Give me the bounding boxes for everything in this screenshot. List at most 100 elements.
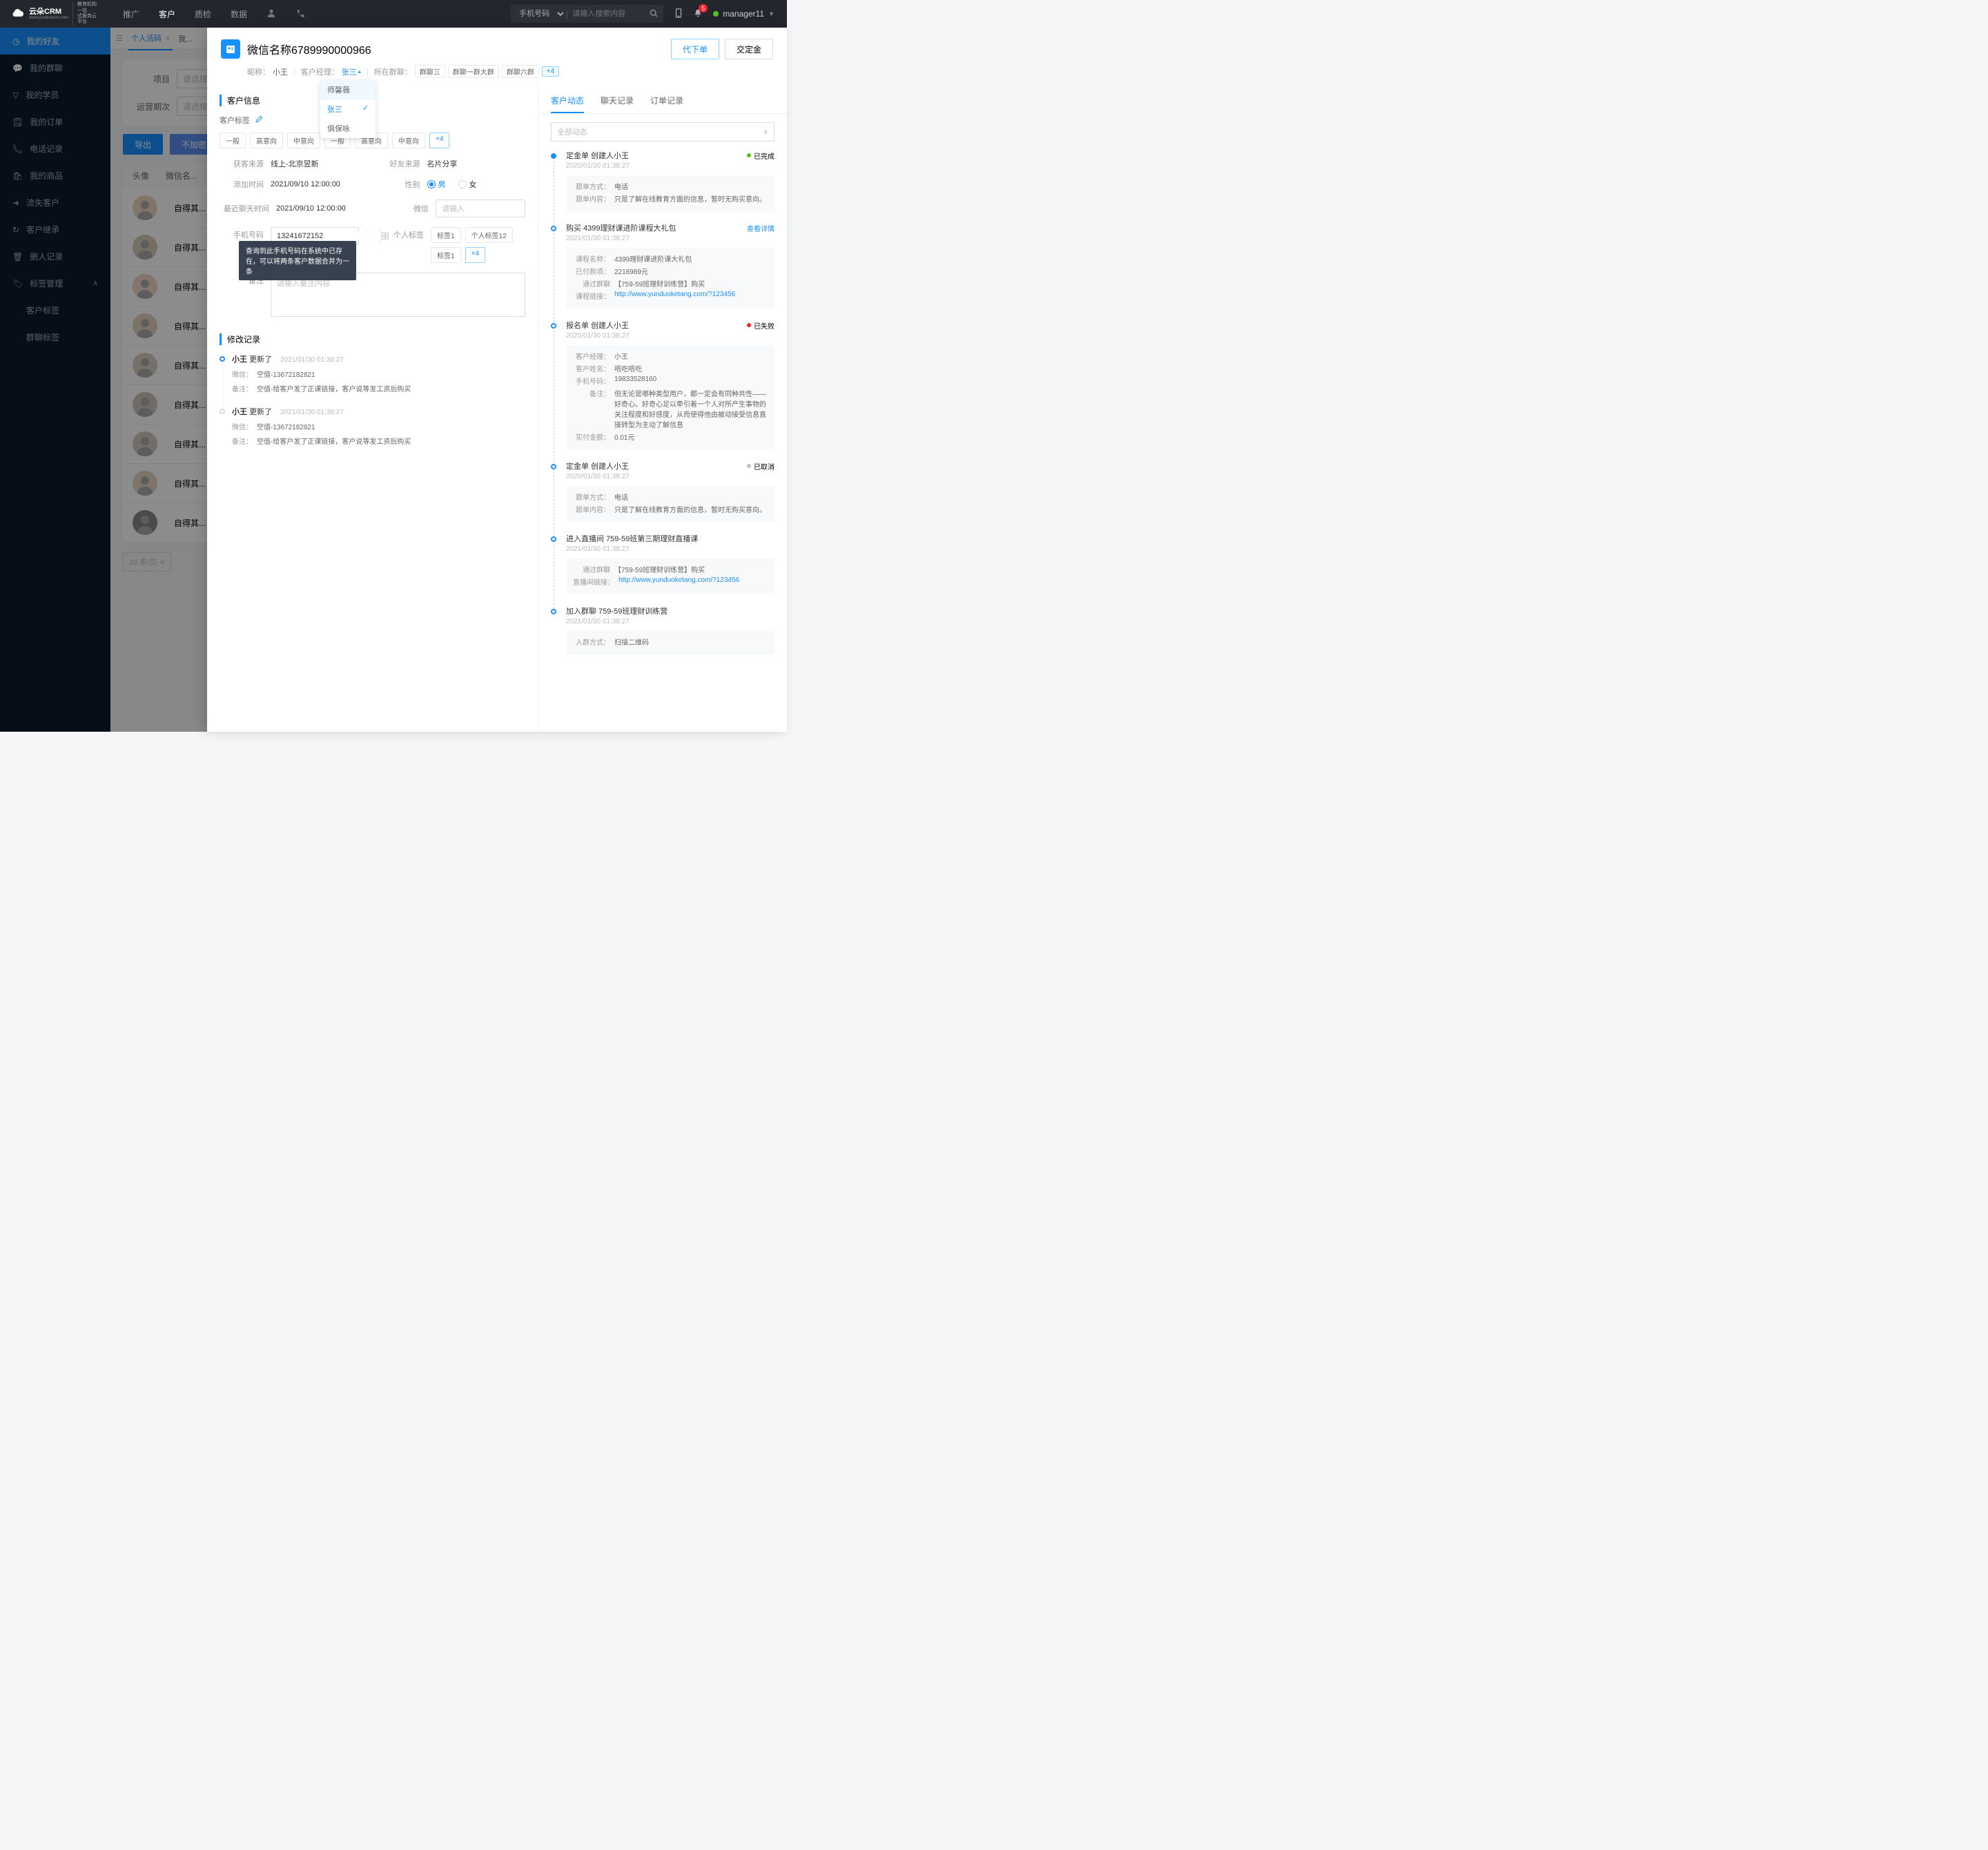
tag[interactable]: 高意向	[250, 133, 283, 148]
user-menu[interactable]: manager11 ▼	[713, 9, 774, 19]
chevron-down-icon: ∨	[763, 128, 768, 136]
topbar: 云朵CRM www.yunduocrm.com 教育机构一站 式服务云平台 推广…	[0, 0, 787, 28]
tl-val: 19833528160	[614, 376, 656, 386]
group-pill[interactable]: 群聊一群大群	[448, 65, 499, 78]
ptag-more[interactable]: +4	[465, 247, 485, 263]
phone-input[interactable]	[271, 232, 380, 240]
activity-filter[interactable]: 全部动态 ∨	[551, 122, 774, 142]
tag-more[interactable]: +4	[429, 133, 449, 148]
log-datetime: 2021/01/30 01:38:27	[280, 409, 344, 416]
user-icon[interactable]	[266, 8, 276, 20]
nav-data[interactable]: 数据	[231, 8, 247, 20]
wechat-input[interactable]: 请输入	[436, 199, 525, 217]
bell-icon[interactable]: 5	[694, 8, 702, 20]
tl-val: http://www.yunduoketang.com/?123456	[618, 576, 739, 587]
gender-radio[interactable]: 男 女	[427, 179, 526, 190]
mgr-option[interactable]: 师馨薇	[320, 80, 376, 99]
timeline-datetime: 2021/01/30 01:38:27	[566, 618, 774, 625]
log-who: 小王	[232, 356, 247, 364]
rtab-chat[interactable]: 聊天记录	[601, 89, 634, 113]
check-icon: ✓	[362, 104, 369, 115]
mgr-option[interactable]: 张三✓	[320, 99, 376, 119]
search-input[interactable]	[568, 10, 644, 18]
log-val: 空值-给客户发了正课链接，客户说等发工资后购买	[257, 386, 411, 393]
tl-key: 跟单方式：	[573, 491, 610, 502]
merge-icon[interactable]	[380, 228, 389, 244]
timeline-dot	[551, 609, 556, 614]
lastchat-label: 最近聊天时间	[220, 203, 269, 214]
edit-icon[interactable]	[255, 115, 263, 125]
search-icon[interactable]	[644, 9, 663, 19]
link[interactable]: http://www.yunduoketang.com/?123456	[614, 291, 735, 298]
timeline-dot	[551, 536, 556, 542]
log-val: 空值-13672182821	[257, 371, 315, 379]
timeline-item: 定金单 创建人小王已取消2020/01/30 01:38:27跟单方式：电话跟单…	[551, 460, 774, 522]
tl-val: 电话	[614, 181, 628, 191]
tag[interactable]: 一般	[220, 133, 246, 148]
nav-promo[interactable]: 推广	[123, 8, 139, 20]
mgr-option[interactable]: 俱保咏	[320, 119, 376, 138]
tl-key: 通过群聊	[573, 564, 610, 574]
nav-customer[interactable]: 客户	[159, 8, 175, 20]
tl-key: 入群方式：	[573, 636, 610, 647]
rtab-orders[interactable]: 订单记录	[650, 89, 683, 113]
gender-male[interactable]: 男	[427, 179, 446, 190]
timeline-dot	[220, 409, 225, 414]
tl-key: 已付款项：	[573, 266, 610, 276]
drawer-right: 客户动态 聊天记录 订单记录 全部动态 ∨ 定金单 创建人小王已完成2020/0…	[538, 84, 787, 732]
rtab-activity[interactable]: 客户动态	[551, 89, 584, 113]
nav-qc[interactable]: 质检	[195, 8, 211, 20]
group-pill[interactable]: 群聊三	[415, 65, 445, 78]
group-more[interactable]: +4	[542, 66, 559, 77]
log-key: 微信：	[232, 424, 253, 431]
phone-icon[interactable]	[295, 8, 305, 20]
ptag[interactable]: 标签1	[431, 247, 461, 263]
timeline-box: 课程名称：4399理财课进阶课大礼包已付款项：2218989元通过群聊【759-…	[566, 248, 774, 309]
drawer: 微信名称6789990000966 代下单 交定金 昵称：小王 | 客户经理： …	[207, 28, 787, 732]
tag[interactable]: 中意向	[287, 133, 320, 148]
timeline-datetime: 2021/01/30 01:38:27	[566, 235, 774, 242]
substitute-order-button[interactable]: 代下单	[671, 39, 719, 59]
friend-value: 名片分享	[427, 158, 526, 169]
phone-label: 手机号码	[220, 227, 264, 240]
tl-key: 课程名称：	[573, 253, 610, 264]
source-value: 线上-北京昱新	[271, 158, 369, 169]
log-act: 更新了	[249, 408, 272, 416]
search-type[interactable]: 手机号码	[511, 9, 566, 19]
group-pill[interactable]: 群聊六群	[502, 65, 539, 78]
tl-val: 唔吃唔吃	[614, 363, 642, 373]
mgr-select[interactable]: 张三▴	[342, 66, 361, 77]
mgr-dropdown: 师馨薇 张三✓ 俱保咏	[320, 80, 376, 138]
timeline-datetime: 2020/01/30 01:38:27	[566, 162, 774, 170]
gender-female[interactable]: 女	[458, 179, 477, 190]
link[interactable]: http://www.yunduoketang.com/?123456	[618, 576, 739, 584]
tl-val: 2218989元	[614, 266, 648, 276]
log-datetime: 2021/01/30 01:38:27	[280, 356, 344, 364]
gender-label: 性别	[376, 179, 420, 190]
tl-key: 课程链接：	[573, 291, 610, 301]
nick-value: 小王	[273, 66, 288, 77]
detail-link[interactable]: 查看详情	[747, 223, 774, 233]
ptag[interactable]: 标签1	[431, 227, 461, 243]
tl-key: 客户经理：	[573, 351, 610, 361]
deposit-button[interactable]: 交定金	[725, 39, 773, 59]
tl-val: 0.01元	[614, 431, 634, 442]
tl-val: 但无论是哪种类型用户，都一定会有同种共性——好奇心。好奇心足以牵引着一个人对所产…	[614, 388, 768, 429]
tl-key: 跟单方式：	[573, 181, 610, 191]
phone-tooltip: 查询到此手机号码在系统中已存在，可以将两条客户数据合并为一条	[239, 241, 356, 280]
mgr-label: 客户经理：	[301, 66, 339, 77]
timeline-title: 定金单 创建人小王	[566, 150, 629, 161]
tl-val: 电话	[614, 491, 628, 502]
timeline-title: 购买 4399理财课进阶课程大礼包	[566, 222, 676, 233]
ptag[interactable]: 个人标签12	[465, 227, 513, 243]
chevron-up-icon: ▴	[358, 68, 361, 75]
tag[interactable]: 中意向	[392, 133, 425, 148]
drawer-left: 客户信息 客户标签 一般 高意向 中意向 一般 高意向 中意向 +4	[207, 84, 538, 732]
logo[interactable]: 云朵CRM www.yunduocrm.com 教育机构一站 式服务云平台	[0, 2, 110, 26]
log-val: 空值-给客户发了正课链接，客户说等发工资后购买	[257, 438, 411, 446]
source-label: 获客来源	[220, 158, 264, 169]
timeline-status: 已失败	[747, 320, 774, 331]
tl-key: 备注：	[573, 388, 610, 429]
mobile-icon[interactable]	[674, 8, 683, 20]
log-item: 小王 更新了2021/01/30 01:38:27微信：空值-136721828…	[220, 353, 525, 393]
